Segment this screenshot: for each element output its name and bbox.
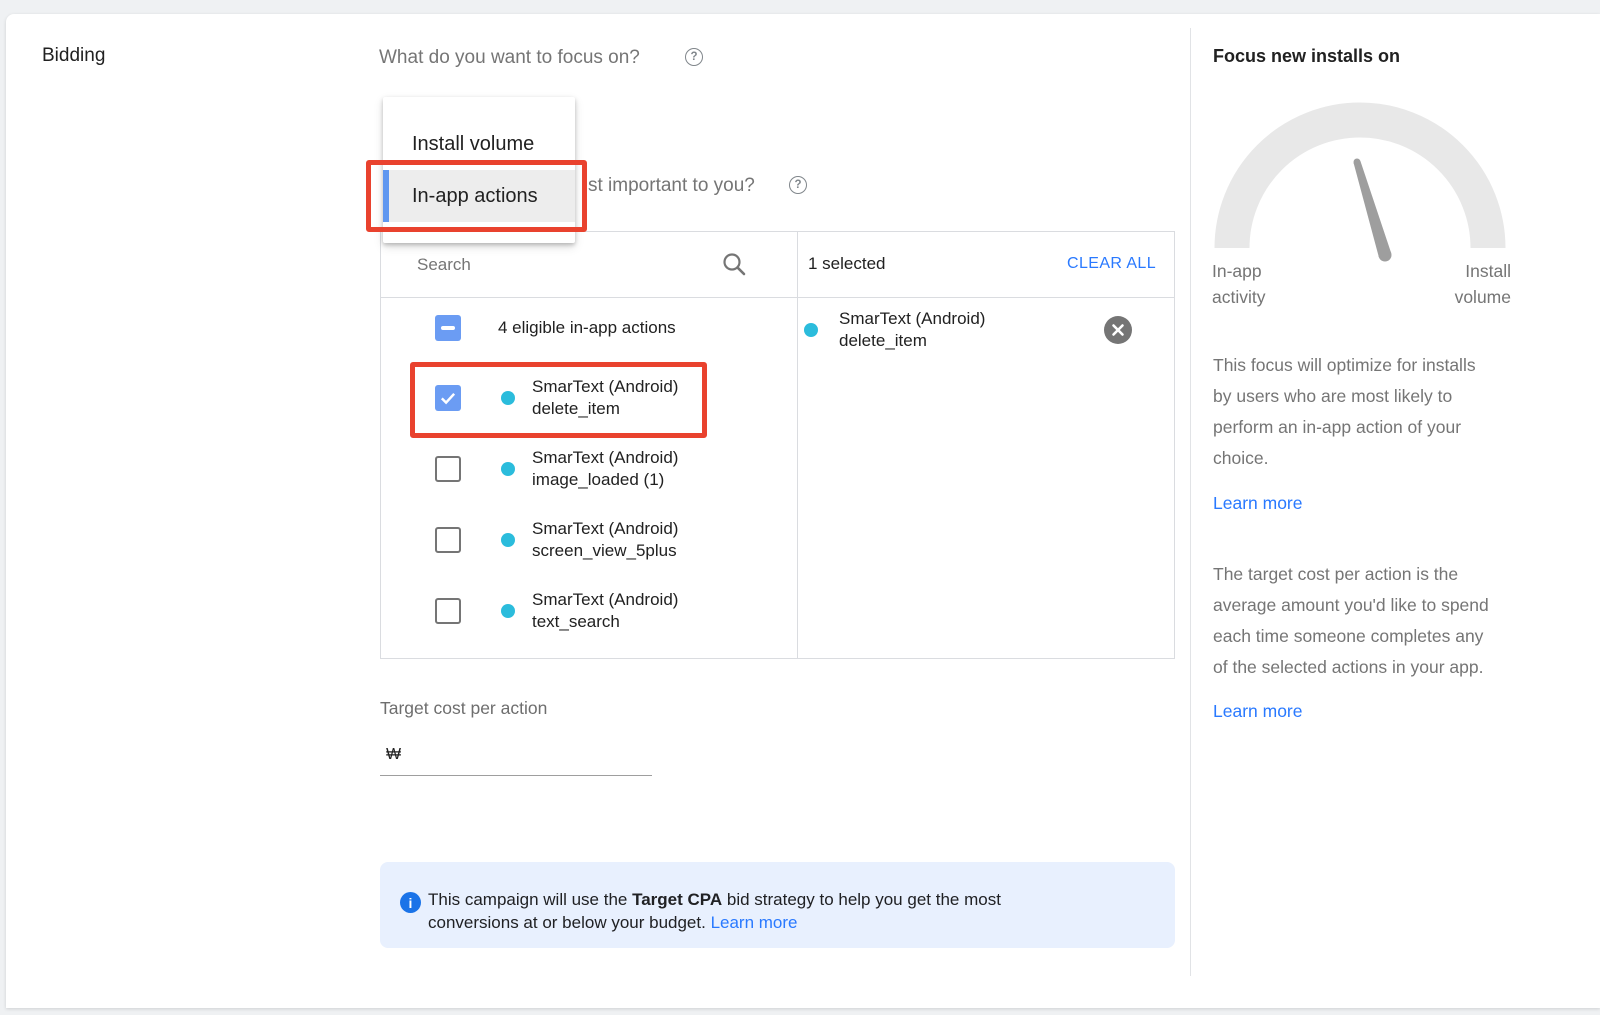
importance-question-label: st important to you? bbox=[588, 175, 755, 197]
paragraph-line: The target cost per action is the bbox=[1213, 559, 1543, 590]
paragraph-line: This focus will optimize for installs bbox=[1213, 350, 1543, 381]
banner-bold-text: Target CPA bbox=[632, 890, 722, 909]
dropdown-option-in-app-actions[interactable]: In-app actions bbox=[383, 170, 575, 222]
clear-all-button[interactable]: CLEAR ALL bbox=[1067, 255, 1156, 273]
sidebar-title: Focus new installs on bbox=[1213, 46, 1400, 67]
selected-item-label: SmarText (Android) delete_item bbox=[839, 308, 985, 352]
event-dot bbox=[501, 462, 515, 476]
indeterminate-checkbox[interactable] bbox=[435, 315, 461, 341]
paragraph-line: each time someone completes any bbox=[1213, 621, 1543, 652]
gauge-left-line1: In-app bbox=[1212, 258, 1265, 284]
close-icon bbox=[1111, 323, 1125, 337]
gauge-right-label: Install volume bbox=[1380, 258, 1511, 310]
group-label: 4 eligible in-app actions bbox=[498, 318, 676, 338]
target-cost-input[interactable] bbox=[380, 744, 652, 776]
event-dot bbox=[501, 391, 515, 405]
bidding-page: Bidding What do you want to focus on? ? … bbox=[0, 0, 1600, 1015]
selected-option-indicator-bar bbox=[383, 170, 389, 222]
question-mark-glyph: ? bbox=[690, 51, 697, 63]
remove-selected-button[interactable] bbox=[1104, 316, 1132, 344]
focus-gauge bbox=[1205, 90, 1515, 265]
app-name: SmarText (Android) bbox=[532, 518, 678, 540]
action-label: SmarText (Android) image_loaded (1) bbox=[532, 447, 678, 491]
action-row-screen-view[interactable]: SmarText (Android) screen_view_5plus bbox=[381, 505, 796, 576]
gauge-right-line2: volume bbox=[1380, 284, 1511, 310]
minus-glyph bbox=[441, 326, 455, 330]
action-row-text-search[interactable]: SmarText (Android) text_search bbox=[381, 576, 796, 647]
unchecked-checkbox[interactable] bbox=[435, 456, 461, 482]
learn-more-link[interactable]: Learn more bbox=[1213, 493, 1303, 514]
action-row-delete-item[interactable]: SmarText (Android) delete_item bbox=[381, 363, 796, 434]
action-label: SmarText (Android) delete_item bbox=[532, 376, 678, 420]
checked-checkbox[interactable] bbox=[435, 385, 461, 411]
app-name: SmarText (Android) bbox=[532, 589, 678, 611]
action-name: screen_view_5plus bbox=[532, 540, 678, 562]
bid-strategy-info-banner: i This campaign will use the Target CPA … bbox=[380, 862, 1175, 948]
app-name: SmarText (Android) bbox=[532, 376, 678, 398]
focus-dropdown-menu: Install volume In-app actions bbox=[383, 97, 575, 243]
learn-more-link[interactable]: Learn more bbox=[711, 913, 798, 932]
question-mark-glyph: ? bbox=[794, 179, 801, 191]
column-divider bbox=[797, 232, 798, 658]
paragraph-line: by users who are most likely to bbox=[1213, 381, 1543, 412]
selected-count-label: 1 selected bbox=[808, 254, 886, 274]
search-icon bbox=[721, 251, 747, 277]
info-icon: i bbox=[400, 892, 421, 913]
banner-line1-suffix: bid strategy to help you get the most bbox=[722, 890, 1001, 909]
in-app-actions-picker: 1 selected CLEAR ALL 4 eligible in-app a… bbox=[380, 231, 1175, 659]
gauge-needle bbox=[1354, 159, 1392, 262]
paragraph-line: average amount you'd like to spend bbox=[1213, 590, 1543, 621]
gauge-left-line2: activity bbox=[1212, 284, 1265, 310]
action-name: delete_item bbox=[532, 398, 678, 420]
check-glyph bbox=[438, 388, 458, 408]
app-name: SmarText (Android) bbox=[532, 447, 678, 469]
help-icon[interactable]: ? bbox=[685, 48, 703, 66]
gauge-right-line1: Install bbox=[1380, 258, 1511, 284]
gauge-left-label: In-app activity bbox=[1212, 258, 1265, 310]
learn-more-link[interactable]: Learn more bbox=[1213, 701, 1303, 722]
sidebar-divider bbox=[1190, 28, 1191, 976]
banner-line1-prefix: This campaign will use the bbox=[428, 890, 632, 909]
section-title: Bidding bbox=[42, 45, 105, 67]
event-dot bbox=[501, 533, 515, 547]
action-name: text_search bbox=[532, 611, 678, 633]
action-row-image-loaded[interactable]: SmarText (Android) image_loaded (1) bbox=[381, 434, 796, 505]
banner-line2-text: conversions at or below your budget. bbox=[428, 913, 711, 932]
action-label: SmarText (Android) text_search bbox=[532, 589, 678, 633]
sidebar-paragraph-focus: This focus will optimize for installs by… bbox=[1213, 350, 1543, 474]
action-name: image_loaded (1) bbox=[532, 469, 678, 491]
action-name: delete_item bbox=[839, 330, 985, 352]
app-name: SmarText (Android) bbox=[839, 308, 985, 330]
focus-question-label: What do you want to focus on? bbox=[379, 47, 640, 69]
sidebar-paragraph-target-cpa: The target cost per action is the averag… bbox=[1213, 559, 1543, 683]
search-input[interactable] bbox=[417, 249, 687, 281]
unchecked-checkbox[interactable] bbox=[435, 527, 461, 553]
event-dot bbox=[804, 323, 818, 337]
help-icon[interactable]: ? bbox=[789, 176, 807, 194]
banner-text: This campaign will use the Target CPA bi… bbox=[428, 888, 1001, 934]
unchecked-checkbox[interactable] bbox=[435, 598, 461, 624]
paragraph-line: perform an in-app action of your bbox=[1213, 412, 1543, 443]
group-row-eligible-actions[interactable]: 4 eligible in-app actions bbox=[381, 297, 796, 359]
action-label: SmarText (Android) screen_view_5plus bbox=[532, 518, 678, 562]
target-cost-label: Target cost per action bbox=[380, 698, 547, 719]
paragraph-line: of the selected actions in your app. bbox=[1213, 652, 1543, 683]
paragraph-line: choice. bbox=[1213, 443, 1543, 474]
event-dot bbox=[501, 604, 515, 618]
dropdown-option-install-volume[interactable]: Install volume bbox=[383, 118, 575, 170]
currency-symbol: ₩ bbox=[386, 746, 401, 764]
